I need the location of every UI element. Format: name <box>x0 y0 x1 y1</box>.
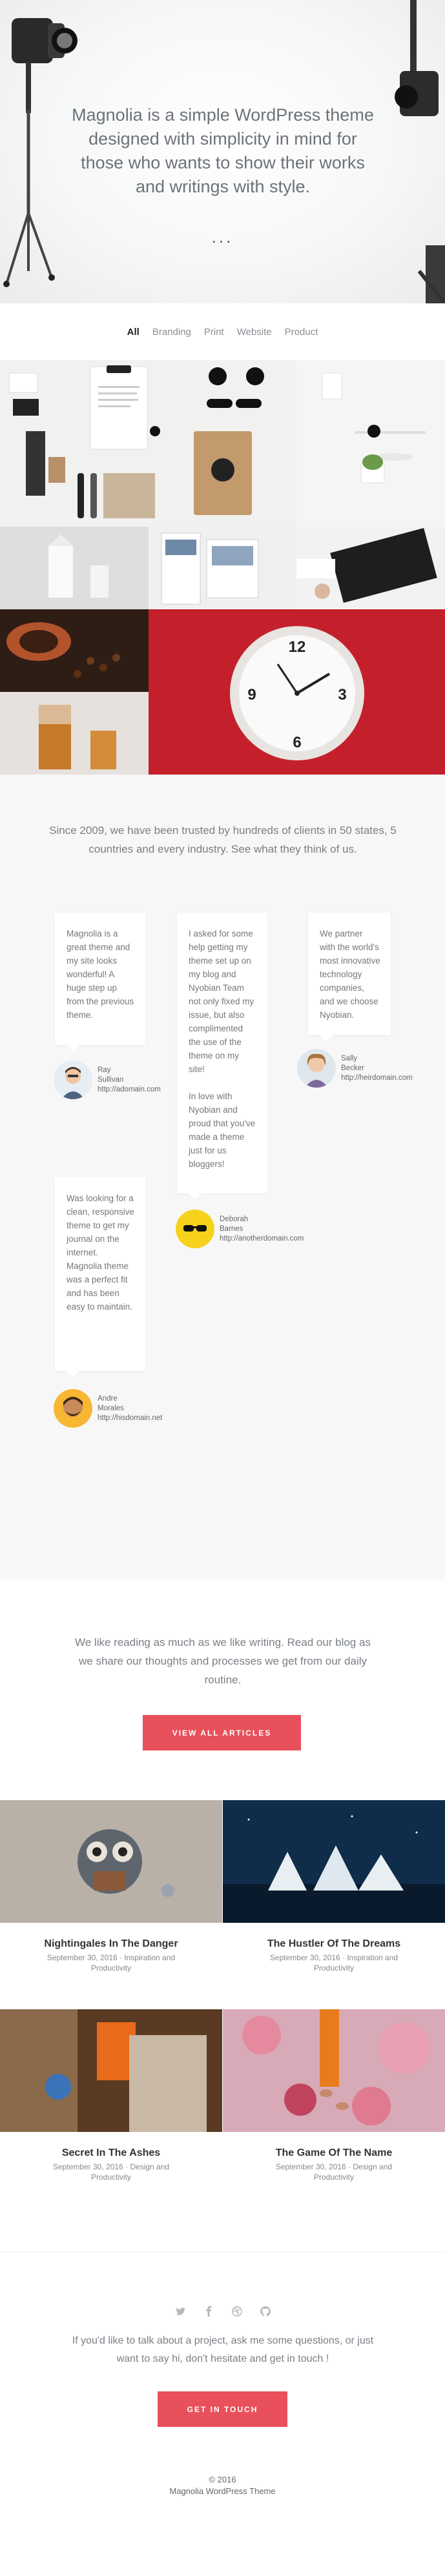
svg-text:12: 12 <box>289 638 306 656</box>
testimonial-quote: Was looking for a clean, responsive them… <box>67 1193 135 1312</box>
twitter-icon[interactable] <box>174 2306 186 2317</box>
blog-intro-text: We like reading as much as we like writi… <box>75 1636 371 1686</box>
avatar <box>176 1210 214 1248</box>
post-thumbnail[interactable] <box>0 1800 222 1923</box>
post-title[interactable]: The Hustler Of The Dreams <box>223 1938 445 1950</box>
footer-copyright: © 2016 <box>209 2475 236 2484</box>
portfolio-item-stationery[interactable] <box>0 360 296 527</box>
testimonial-card: Was looking for a clean, responsive them… <box>55 1177 145 1377</box>
hero-dots: ... <box>211 227 234 247</box>
testimonial-card: I asked for some help getting my theme s… <box>177 913 267 1200</box>
desk-image <box>322 372 426 483</box>
filter-branding[interactable]: Branding <box>152 327 191 338</box>
studio-lamp-right-image <box>395 0 445 303</box>
keyboard-image <box>296 527 437 603</box>
testimonial-author: Sally Becker http://heirdomain.com <box>297 1049 413 1088</box>
svg-text:6: 6 <box>293 734 301 751</box>
hero: Magnolia is a simple WordPress theme des… <box>0 0 445 303</box>
author-name: Sally Becker <box>341 1055 364 1072</box>
contact-section: If you'd like to talk about a project, a… <box>0 2252 445 2510</box>
social-links <box>0 2306 445 2317</box>
testimonial-quote: We partner with the world's most innovat… <box>320 929 380 1020</box>
post-title[interactable]: The Game Of The Name <box>223 2147 445 2159</box>
view-all-articles-button[interactable]: VIEW ALL ARTICLES <box>143 1715 301 1750</box>
post-thumbnail[interactable] <box>223 2009 445 2132</box>
testimonials-intro: Since 2009, we have been trusted by hund… <box>49 824 397 855</box>
portfolio-item-keyboard[interactable] <box>296 527 445 609</box>
author-name: Andre Morales <box>98 1395 124 1412</box>
robot-owl-image <box>0 1800 222 1923</box>
coffee-cup-image <box>6 622 120 678</box>
ashes-image <box>0 2009 222 2132</box>
author-site[interactable]: http://hisdomain.net <box>98 1414 162 1423</box>
author-site[interactable]: http://heirdomain.com <box>341 1073 413 1083</box>
portfolio-filter: All Branding Print Website Product <box>0 303 445 360</box>
blog-intro-section: We like reading as much as we like writi… <box>0 1579 445 1800</box>
post-title[interactable]: Nightingales In The Danger <box>0 1938 222 1950</box>
testimonials-section: Since 2009, we have been trusted by hund… <box>0 775 445 1579</box>
get-in-touch-button[interactable]: GET IN TOUCH <box>158 2391 287 2427</box>
avatar <box>54 1389 92 1428</box>
dribbble-icon[interactable] <box>231 2306 243 2317</box>
filter-product[interactable]: Product <box>285 327 318 338</box>
author-site[interactable]: http://anotherdomain.com <box>220 1234 304 1244</box>
portfolio-item-whisky[interactable] <box>0 692 149 775</box>
portfolio-item-desk[interactable] <box>296 360 445 527</box>
portfolio-grid: 12 3 6 9 <box>0 360 445 775</box>
footer-credit[interactable]: Magnolia WordPress Theme <box>0 2485 445 2498</box>
filter-print[interactable]: Print <box>204 327 224 338</box>
clock-image: 12 3 6 9 <box>230 626 364 760</box>
svg-text:3: 3 <box>338 686 346 704</box>
post-thumbnail[interactable] <box>223 1800 445 1923</box>
testimonial-quote: Magnolia is a great theme and my site lo… <box>67 929 134 1020</box>
portfolio-item-clock[interactable]: 12 3 6 9 <box>149 609 445 775</box>
post-thumbnail[interactable] <box>0 2009 222 2132</box>
hero-tagline: Magnolia is a simple WordPress theme des… <box>72 105 374 196</box>
testimonial-card: We partner with the world's most innovat… <box>308 913 391 1042</box>
testimonial-quote-secondary: In love with Nyobian and proud that you'… <box>189 1091 256 1169</box>
svg-text:9: 9 <box>247 686 256 704</box>
post-meta: September 30, 2016 · Design and Producti… <box>52 2162 170 2182</box>
whisky-image <box>39 705 116 769</box>
portfolio-item-milk-carton[interactable] <box>0 527 149 609</box>
portfolio-item-coffee[interactable] <box>0 609 149 692</box>
testimonial-quote: I asked for some help getting my theme s… <box>189 929 254 1074</box>
avatar <box>297 1049 336 1088</box>
contact-text: If you'd like to talk about a project, a… <box>72 2335 374 2364</box>
petals-path-image <box>223 2009 445 2132</box>
avatar <box>54 1060 92 1099</box>
milk-carton-image <box>48 534 109 598</box>
author-site[interactable]: http://adomain.com <box>98 1085 161 1095</box>
post-meta: September 30, 2016 · Inspiration and Pro… <box>269 1953 398 1973</box>
post-meta: September 30, 2016 · Design and Producti… <box>275 2162 393 2182</box>
post-meta: September 30, 2016 · Inspiration and Pro… <box>47 1953 176 1973</box>
author-name: Deborah Barnes <box>220 1215 249 1233</box>
testimonial-author: Deborah Barnes http://anotherdomain.com <box>176 1210 304 1248</box>
filter-all[interactable]: All <box>127 327 140 338</box>
blog-posts: Nightingales In The Danger September 30,… <box>0 1800 445 2252</box>
testimonial-card: Magnolia is a great theme and my site lo… <box>55 913 145 1051</box>
teepees-night-image <box>223 1800 445 1923</box>
testimonial-author: Andre Morales http://hisdomain.net <box>54 1389 162 1428</box>
testimonial-author: Ray Sullivan http://adomain.com <box>54 1060 161 1099</box>
portfolio-item-website-mockup[interactable] <box>149 527 296 609</box>
filter-website[interactable]: Website <box>237 327 272 338</box>
github-icon[interactable] <box>260 2306 271 2317</box>
author-name: Ray Sullivan <box>98 1066 124 1084</box>
website-mockup-image <box>161 532 259 605</box>
facebook-icon[interactable] <box>203 2306 214 2317</box>
stationery-image <box>8 365 264 518</box>
post-title[interactable]: Secret In The Ashes <box>0 2147 222 2159</box>
